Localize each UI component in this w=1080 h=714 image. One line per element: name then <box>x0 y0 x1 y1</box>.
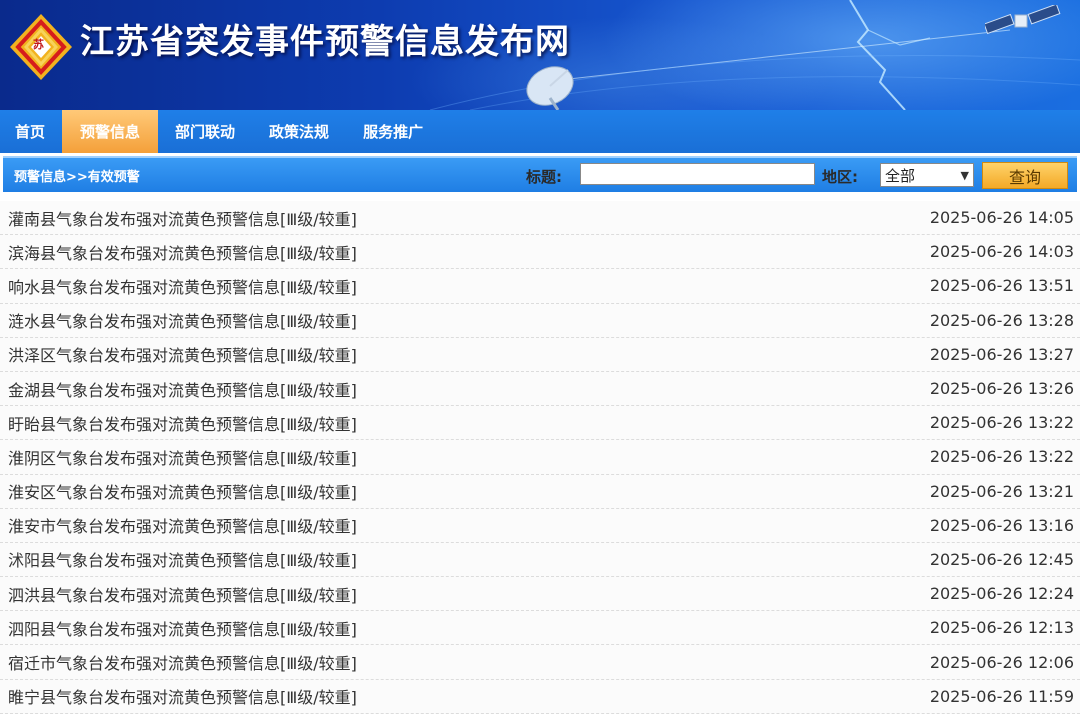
warning-title-link[interactable]: 金湖县气象台发布强对流黄色预警信息[Ⅲ级/较重] <box>8 377 357 401</box>
warning-title-link[interactable]: 淮安区气象台发布强对流黄色预警信息[Ⅲ级/较重] <box>8 479 357 503</box>
list-item: 洪泽区气象台发布强对流黄色预警信息[Ⅲ级/较重] 2025-06-26 13:27 <box>0 337 1080 372</box>
list-item: 沭阳县气象台发布强对流黄色预警信息[Ⅲ级/较重] 2025-06-26 12:45 <box>0 542 1080 578</box>
region-select[interactable]: 全部 ▼ <box>880 163 974 187</box>
warning-time: 2025-06-26 13:26 <box>929 379 1074 399</box>
warning-title-link[interactable]: 泗洪县气象台发布强对流黄色预警信息[Ⅲ级/较重] <box>8 582 357 606</box>
nav-policies[interactable]: 政策法规 <box>252 110 346 153</box>
warning-title-link[interactable]: 睢宁县气象台发布强对流黄色预警信息[Ⅲ级/较重] <box>8 684 357 708</box>
search-button[interactable]: 查询 <box>982 162 1068 189</box>
warning-title-link[interactable]: 泗阳县气象台发布强对流黄色预警信息[Ⅲ级/较重] <box>8 616 357 640</box>
list-item: 淮安市气象台发布强对流黄色预警信息[Ⅲ级/较重] 2025-06-26 13:16 <box>0 508 1080 543</box>
region-selected-value: 全部 <box>885 166 916 185</box>
chevron-down-icon: ▼ <box>960 168 969 182</box>
warning-time: 2025-06-26 13:16 <box>929 515 1074 535</box>
warning-time: 2025-06-26 12:24 <box>929 584 1074 604</box>
satellite-dish-icon <box>526 66 574 110</box>
nav-home[interactable]: 首页 <box>0 110 62 153</box>
warning-time: 2025-06-26 11:59 <box>929 686 1074 706</box>
warning-time: 2025-06-26 14:03 <box>929 242 1074 262</box>
breadcrumb: 预警信息>>有效预警 <box>14 170 140 185</box>
warning-time: 2025-06-26 13:28 <box>929 310 1074 330</box>
title-label: 标题: <box>526 168 562 186</box>
header-banner: 苏 江苏省突发事件预警信息发布网 <box>0 0 1080 110</box>
warning-time: 2025-06-26 14:05 <box>929 208 1074 228</box>
list-item: 涟水县气象台发布强对流黄色预警信息[Ⅲ级/较重] 2025-06-26 13:28 <box>0 303 1080 338</box>
list-item: 滨海县气象台发布强对流黄色预警信息[Ⅲ级/较重] 2025-06-26 14:03 <box>0 235 1080 270</box>
logo-char: 苏 <box>33 38 44 51</box>
warning-title-link[interactable]: 洪泽区气象台发布强对流黄色预警信息[Ⅲ级/较重] <box>8 342 357 366</box>
warning-time: 2025-06-26 13:27 <box>929 344 1074 364</box>
filter-bar: 预警信息>>有效预警 标题: 地区: 全部 ▼ 查询 <box>3 156 1077 192</box>
title-search-input[interactable] <box>580 163 815 185</box>
site-title: 江苏省突发事件预警信息发布网 <box>80 22 570 62</box>
warning-list: 灌南县气象台发布强对流黄色预警信息[Ⅲ级/较重] 2025-06-26 14:05… <box>0 201 1080 714</box>
list-item: 灌南县气象台发布强对流黄色预警信息[Ⅲ级/较重] 2025-06-26 14:05 <box>0 201 1080 236</box>
warning-title-link[interactable]: 响水县气象台发布强对流黄色预警信息[Ⅲ级/较重] <box>8 274 357 298</box>
list-item: 盱眙县气象台发布强对流黄色预警信息[Ⅲ级/较重] 2025-06-26 13:22 <box>0 406 1080 441</box>
warning-time: 2025-06-26 13:51 <box>929 276 1074 296</box>
list-item: 泗洪县气象台发布强对流黄色预警信息[Ⅲ级/较重] 2025-06-26 12:24 <box>0 577 1080 612</box>
list-item: 淮安区气象台发布强对流黄色预警信息[Ⅲ级/较重] 2025-06-26 13:21 <box>0 474 1080 509</box>
list-item: 淮阴区气象台发布强对流黄色预警信息[Ⅲ级/较重] 2025-06-26 13:22 <box>0 440 1080 475</box>
nav-warnings[interactable]: 预警信息 <box>62 110 159 153</box>
warning-title-link[interactable]: 沭阳县气象台发布强对流黄色预警信息[Ⅲ级/较重] <box>8 547 357 571</box>
warning-title-link[interactable]: 淮阴区气象台发布强对流黄色预警信息[Ⅲ级/较重] <box>8 445 357 469</box>
warning-time: 2025-06-26 12:13 <box>929 618 1074 638</box>
warning-time: 2025-06-26 13:22 <box>929 413 1074 433</box>
warning-title-link[interactable]: 滨海县气象台发布强对流黄色预警信息[Ⅲ级/较重] <box>8 240 357 264</box>
list-item: 宿迁市气象台发布强对流黄色预警信息[Ⅲ级/较重] 2025-06-26 12:06 <box>0 645 1080 680</box>
warning-time: 2025-06-26 13:21 <box>929 481 1074 501</box>
list-item: 响水县气象台发布强对流黄色预警信息[Ⅲ级/较重] 2025-06-26 13:51 <box>0 269 1080 304</box>
warning-time: 2025-06-26 12:45 <box>929 549 1074 569</box>
nav-department-linkage[interactable]: 部门联动 <box>158 110 252 153</box>
warning-title-link[interactable]: 涟水县气象台发布强对流黄色预警信息[Ⅲ级/较重] <box>8 308 357 332</box>
satellite-icon <box>985 5 1061 35</box>
warning-title-link[interactable]: 盱眙县气象台发布强对流黄色预警信息[Ⅲ级/较重] <box>8 411 357 435</box>
warning-title-link[interactable]: 灌南县气象台发布强对流黄色预警信息[Ⅲ级/较重] <box>8 206 357 230</box>
main-nav: 首页 预警信息 部门联动 政策法规 服务推广 <box>0 110 1080 153</box>
nav-service-promotion[interactable]: 服务推广 <box>346 110 440 153</box>
warning-title-link[interactable]: 宿迁市气象台发布强对流黄色预警信息[Ⅲ级/较重] <box>8 650 357 674</box>
warning-time: 2025-06-26 12:06 <box>929 652 1074 672</box>
warning-time: 2025-06-26 13:22 <box>929 447 1074 467</box>
list-item: 金湖县气象台发布强对流黄色预警信息[Ⅲ级/较重] 2025-06-26 13:26 <box>0 371 1080 407</box>
list-item: 睢宁县气象台发布强对流黄色预警信息[Ⅲ级/较重] 2025-06-26 11:59 <box>0 679 1080 714</box>
warning-title-link[interactable]: 淮安市气象台发布强对流黄色预警信息[Ⅲ级/较重] <box>8 513 357 537</box>
region-label: 地区: <box>822 168 858 186</box>
list-item: 泗阳县气象台发布强对流黄色预警信息[Ⅲ级/较重] 2025-06-26 12:13 <box>0 611 1080 646</box>
